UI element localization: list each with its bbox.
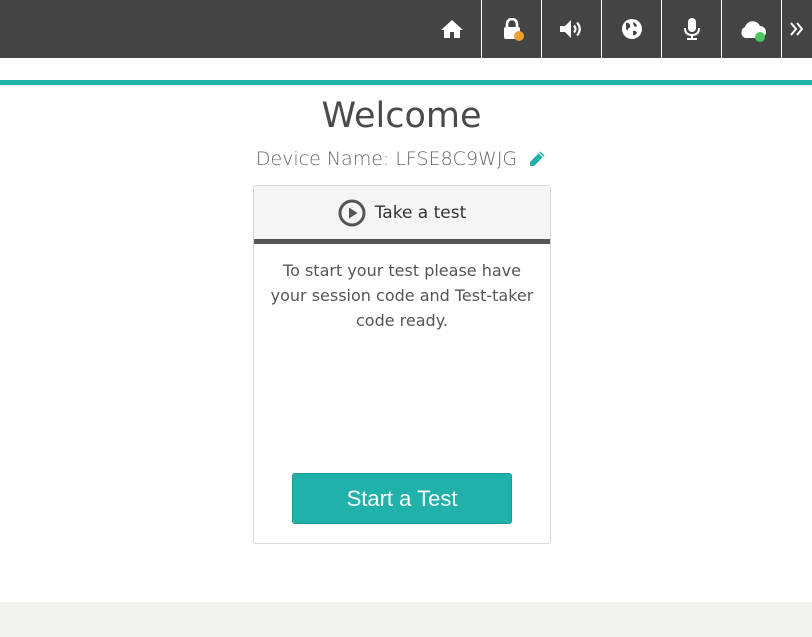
page-title: Welcome: [321, 96, 482, 136]
lock-status-dot: [514, 31, 524, 41]
volume-icon: [559, 20, 581, 38]
home-icon: [440, 20, 463, 38]
card-header: Take a test: [254, 186, 550, 239]
globe-icon: [621, 19, 642, 39]
microphone-button[interactable]: [662, 0, 721, 58]
lock-button[interactable]: [482, 0, 541, 58]
device-name-row: Device Name: LFSE8C9WJG: [0, 148, 803, 170]
more-button[interactable]: [782, 0, 812, 58]
edit-device-name-button[interactable]: [527, 149, 547, 169]
card-title: Take a test: [374, 202, 467, 223]
volume-button[interactable]: [542, 0, 601, 58]
device-name-label: Device Name:: [255, 148, 396, 170]
play-circle-icon: [338, 199, 366, 226]
cloud-button[interactable]: [722, 0, 781, 58]
language-button[interactable]: [602, 0, 661, 58]
double-chevron-right-icon: [790, 22, 804, 36]
top-toolbar: [0, 0, 812, 58]
pencil-icon: [530, 151, 545, 166]
cloud-status-dot: [755, 32, 765, 42]
home-button[interactable]: [422, 0, 481, 58]
take-test-card: Take a test To start your test please ha…: [253, 185, 551, 544]
start-test-button[interactable]: Start a Test: [292, 473, 512, 524]
microphone-icon: [683, 18, 700, 40]
device-name-value: LFSE8C9WJG: [395, 148, 518, 170]
accent-line: [0, 80, 812, 85]
footer: [0, 602, 812, 637]
card-description: To start your test please have your sess…: [270, 261, 534, 330]
